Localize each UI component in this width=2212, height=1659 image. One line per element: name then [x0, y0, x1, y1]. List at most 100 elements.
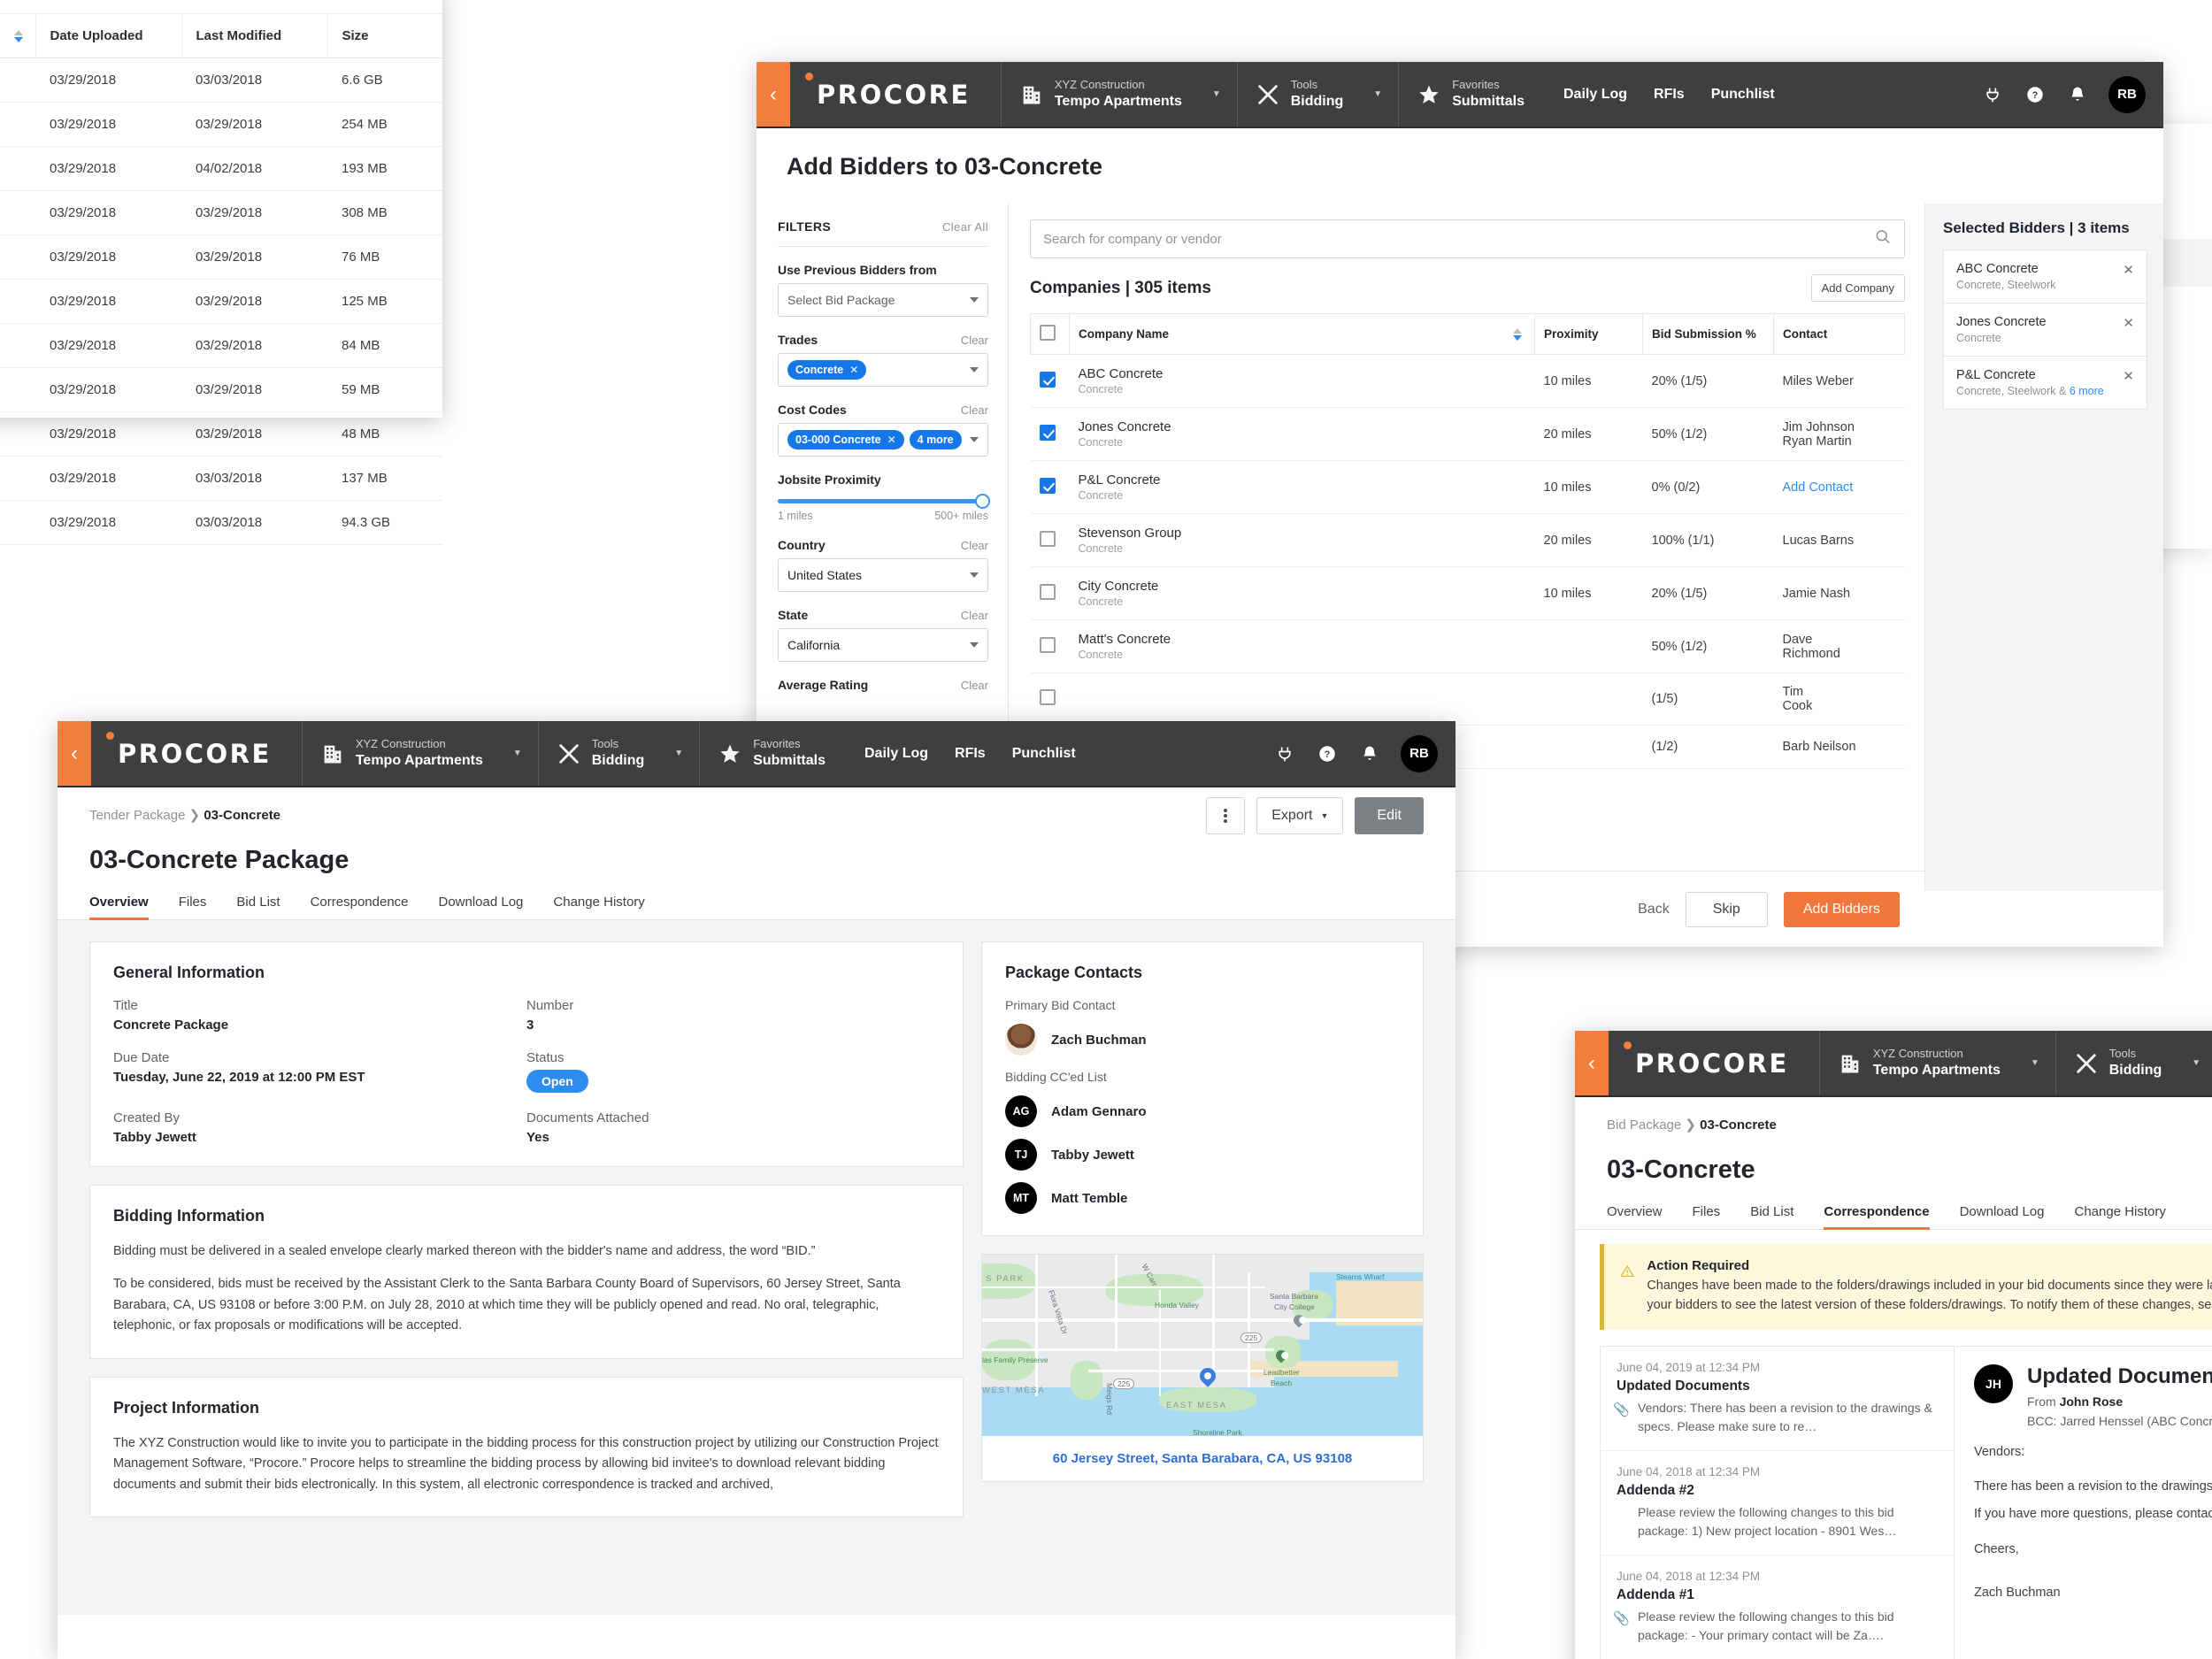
- table-row[interactable]: (1/5) Tim Cook: [1030, 672, 1905, 726]
- country-select[interactable]: United States: [778, 558, 988, 592]
- tools-selector[interactable]: Tools Bidding ▼: [2056, 1031, 2212, 1095]
- table-row[interactable]: 03/29/2018 03/03/2018 137 MB: [0, 456, 442, 501]
- files-col-size[interactable]: Size: [327, 14, 442, 58]
- tools-selector[interactable]: Tools Bidding ▼: [539, 721, 701, 786]
- chevron-down-icon[interactable]: ▼: [2172, 1058, 2200, 1068]
- table-row[interactable]: 03/29/2018 03/29/2018 59 MB: [0, 367, 442, 412]
- edit-button[interactable]: Edit: [1355, 797, 1424, 834]
- row-checkbox-cell[interactable]: [1030, 354, 1070, 408]
- row-checkbox[interactable]: [1039, 477, 1056, 494]
- table-row[interactable]: ABC Concrete Concrete 10 miles 20% (1/5) Mil…: [1030, 354, 1905, 408]
- state-select[interactable]: California: [778, 628, 988, 662]
- breadcrumb-parent[interactable]: Bid Package: [1607, 1118, 1681, 1133]
- cc-contact-row[interactable]: TJ Tabby Jewett: [1005, 1139, 1400, 1171]
- sort-arrows-icon[interactable]: [13, 29, 23, 42]
- plug-icon[interactable]: [1273, 742, 1296, 765]
- help-icon[interactable]: ?: [2024, 83, 2047, 106]
- sort-arrows-icon[interactable]: [1513, 327, 1522, 341]
- jobsite-address[interactable]: 60 Jersey Street, Santa Barabara, CA, US…: [982, 1436, 1423, 1481]
- notifications-bell-icon[interactable]: [1358, 742, 1381, 765]
- table-row[interactable]: 03/29/2018 03/29/2018 254 MB: [0, 102, 442, 147]
- trades-clear-link[interactable]: Clear: [961, 334, 988, 347]
- search-icon[interactable]: [1874, 228, 1892, 250]
- nav-link-punchlist[interactable]: Punchlist: [1012, 746, 1076, 762]
- company-search-input[interactable]: Search for company or vendor: [1030, 219, 1905, 258]
- favorites-selector[interactable]: Favorites Submittals: [700, 721, 841, 786]
- tab-files[interactable]: Files: [1693, 1204, 1721, 1229]
- more-options-button[interactable]: [1206, 797, 1246, 834]
- table-row[interactable]: Jones Concrete Concrete 20 miles 50% (1/2) J…: [1030, 407, 1905, 461]
- row-checkbox[interactable]: [1039, 424, 1056, 441]
- project-selector[interactable]: XYZ Construction Tempo Apartments ▼: [303, 721, 539, 786]
- files-col-name[interactable]: [0, 14, 36, 58]
- add-company-button[interactable]: Add Company: [1810, 274, 1905, 302]
- row-checkbox-cell[interactable]: [1030, 672, 1070, 726]
- tab-bid-list[interactable]: Bid List: [1750, 1204, 1793, 1229]
- notifications-bell-icon[interactable]: [2066, 83, 2089, 106]
- list-item[interactable]: June 04, 2018 at 12:34 PM Addenda #2 Pleas…: [1601, 1451, 1954, 1555]
- procore-logo[interactable]: PROCORE: [1609, 1031, 1820, 1095]
- row-checkbox-cell[interactable]: [1030, 407, 1070, 461]
- tab-bid-list[interactable]: Bid List: [236, 895, 280, 919]
- table-row[interactable]: 03/29/2018 04/02/2018 193 MB: [0, 146, 442, 191]
- col-proximity[interactable]: Proximity: [1534, 313, 1643, 355]
- nav-back-button[interactable]: ‹: [1575, 1031, 1609, 1095]
- cc-contact-row[interactable]: MT Matt Temble: [1005, 1182, 1400, 1214]
- row-checkbox-cell[interactable]: [1030, 619, 1070, 673]
- export-button[interactable]: Export ▼: [1256, 797, 1344, 834]
- tab-overview[interactable]: Overview: [89, 895, 149, 920]
- chevron-down-icon[interactable]: ▼: [494, 749, 522, 758]
- project-selector[interactable]: XYZ Construction Tempo Apartments ▼: [1820, 1031, 2056, 1095]
- user-avatar[interactable]: RB: [1401, 734, 1438, 772]
- select-all-cell[interactable]: [1030, 313, 1070, 355]
- tab-change-history[interactable]: Change History: [2075, 1204, 2166, 1229]
- slider-handle[interactable]: [975, 494, 990, 509]
- chevron-down-icon[interactable]: ▼: [1193, 89, 1221, 99]
- tab-correspondence[interactable]: Correspondence: [1824, 1204, 1930, 1230]
- tools-selector[interactable]: Tools Bidding ▼: [1238, 62, 1400, 127]
- chevron-down-icon[interactable]: ▼: [1354, 89, 1382, 99]
- table-row[interactable]: 03/29/2018 03/03/2018 94.3 GB: [0, 500, 442, 545]
- proximity-slider[interactable]: 1 miles 500+ miles: [778, 494, 990, 522]
- breadcrumb-parent[interactable]: Tender Package: [89, 808, 185, 823]
- user-avatar[interactable]: RB: [2108, 75, 2146, 113]
- state-clear-link[interactable]: Clear: [961, 609, 988, 622]
- table-row[interactable]: City Concrete Concrete 10 miles 20% (1/5) Ja…: [1030, 566, 1905, 620]
- row-checkbox[interactable]: [1039, 530, 1056, 547]
- country-clear-link[interactable]: Clear: [961, 539, 988, 552]
- list-item[interactable]: June 04, 2019 at 12:34 PM Updated Documen…: [1601, 1347, 1954, 1451]
- rating-clear-link[interactable]: Clear: [961, 679, 988, 692]
- cost-codes-clear-link[interactable]: Clear: [961, 403, 988, 417]
- nav-back-button[interactable]: ‹: [757, 62, 790, 127]
- selected-bidder-more-link[interactable]: 6 more: [2070, 385, 2104, 397]
- nav-link-punchlist[interactable]: Punchlist: [1711, 87, 1775, 103]
- row-checkbox[interactable]: [1039, 689, 1056, 705]
- row-checkbox[interactable]: [1039, 371, 1056, 388]
- remove-bidder-icon[interactable]: ✕: [2116, 262, 2134, 278]
- cost-codes-select[interactable]: 03-000 Concrete ✕ 4 more: [778, 423, 988, 457]
- plug-icon[interactable]: [1981, 83, 2004, 106]
- table-row[interactable]: 03/29/2018 03/29/2018 308 MB: [0, 190, 442, 235]
- procore-logo[interactable]: PROCORE: [91, 721, 303, 786]
- table-row[interactable]: 03/29/2018 03/29/2018 76 MB: [0, 234, 442, 280]
- cc-contact-row[interactable]: AG Adam Gennaro: [1005, 1095, 1400, 1127]
- tab-download-log[interactable]: Download Log: [439, 895, 524, 919]
- skip-button[interactable]: Skip: [1685, 891, 1768, 927]
- chevron-down-icon[interactable]: ▼: [655, 749, 683, 758]
- table-row[interactable]: Matt's Concrete Concrete 50% (1/2) Dave Rich…: [1030, 619, 1905, 673]
- table-row[interactable]: 03/29/2018 03/29/2018 84 MB: [0, 323, 442, 368]
- back-button[interactable]: Back: [1638, 902, 1670, 918]
- tab-files[interactable]: Files: [179, 895, 207, 919]
- jobsite-map[interactable]: S PARK Honda Valley Santa Barbara City C…: [982, 1255, 1423, 1436]
- select-all-checkbox[interactable]: [1040, 325, 1056, 341]
- tab-change-history[interactable]: Change History: [553, 895, 644, 919]
- cost-code-more-chip[interactable]: 4 more: [909, 430, 962, 449]
- nav-link-rfis[interactable]: RFIs: [955, 746, 986, 762]
- row-checkbox[interactable]: [1039, 636, 1056, 653]
- add-bidders-submit-button[interactable]: Add Bidders: [1783, 891, 1900, 927]
- row-checkbox-cell[interactable]: [1030, 566, 1070, 620]
- clear-all-link[interactable]: Clear All: [942, 220, 988, 234]
- row-checkbox[interactable]: [1039, 583, 1056, 600]
- nav-link-daily-log[interactable]: Daily Log: [1563, 87, 1627, 103]
- table-row[interactable]: Stevenson Group Concrete 20 miles 100% (1/1…: [1030, 513, 1905, 567]
